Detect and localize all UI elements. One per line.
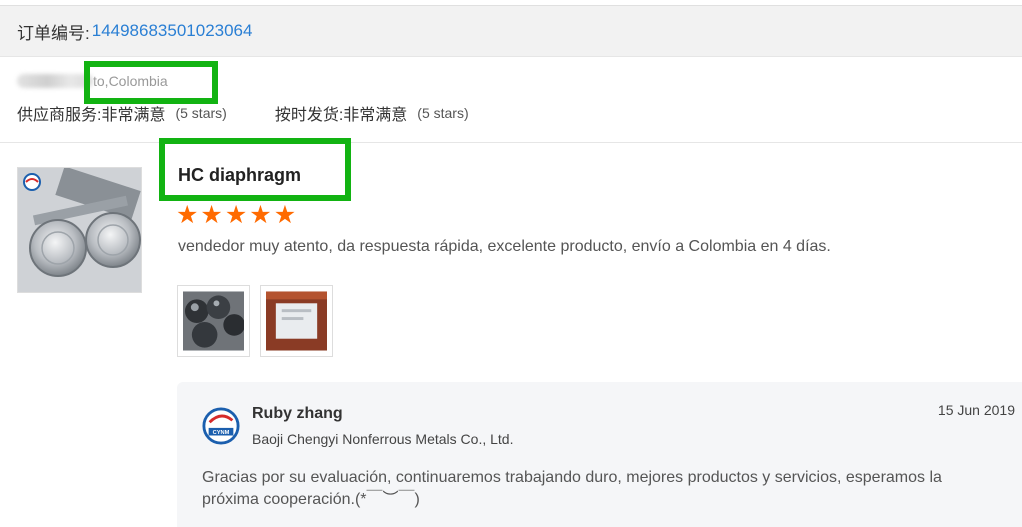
shipping-value: 非常满意 xyxy=(343,107,408,124)
order-number-link[interactable]: 14498683501023064 xyxy=(92,21,253,41)
blurred-buyer-name xyxy=(17,74,93,88)
service-value: 非常满意 xyxy=(101,107,166,124)
star-icon: ★ xyxy=(224,201,248,229)
reply-date: 15 Jun 2019 xyxy=(937,402,1015,418)
review-stars: ★ ★ ★ ★ ★ xyxy=(176,203,296,228)
shipping-label: 按时发货: xyxy=(274,107,344,124)
star-icon: ★ xyxy=(273,201,297,229)
photo-diaphragms-pile xyxy=(183,291,245,351)
seller-name: Ruby zhang xyxy=(252,405,343,422)
star-icon: ★ xyxy=(200,201,223,229)
seller-logo-text: CYNM xyxy=(213,430,230,436)
service-label: 供应商服务: xyxy=(17,107,102,124)
shipping-stars: (5 stars) xyxy=(417,105,469,121)
seller-reply: CYNM Ruby zhang Baoji Chengyi Nonferrous… xyxy=(177,382,1022,527)
seller-logo-icon: CYNM xyxy=(202,407,240,445)
ratings-row: 供应商服务: 非常满意 (5 stars) 按时发货: 非常满意 (5 star… xyxy=(17,100,469,126)
seller-company: Baoji Chengyi Nonferrous Metals Co., Ltd… xyxy=(252,431,514,447)
star-icon: ★ xyxy=(176,201,199,229)
product-image[interactable] xyxy=(17,167,142,293)
review-text: vendedor muy atento, da respuesta rápida… xyxy=(178,238,831,255)
order-label: 订单编号: xyxy=(17,23,90,43)
service-stars: (5 stars) xyxy=(175,105,227,121)
highlight-box-location xyxy=(84,61,218,104)
photo-package-box xyxy=(266,291,327,351)
order-header: 订单编号: 14498683501023064 xyxy=(0,5,1022,57)
diaphragm-photo xyxy=(18,168,141,292)
section-divider xyxy=(0,142,1022,143)
reply-text: Gracias por su evaluación, continuaremos… xyxy=(202,469,942,508)
star-icon: ★ xyxy=(249,201,272,229)
review-photo-thumb-1[interactable] xyxy=(177,285,250,357)
review-photo-thumb-2[interactable] xyxy=(260,285,333,357)
highlight-box-title xyxy=(159,138,351,201)
